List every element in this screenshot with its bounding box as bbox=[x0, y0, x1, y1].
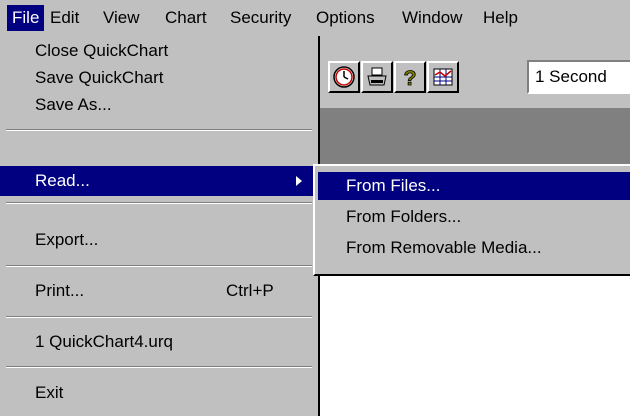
menu-item-label: From Files... bbox=[346, 176, 441, 195]
menu-item-label: Read... bbox=[35, 171, 90, 190]
menu-item-print[interactable]: Print... Ctrl+P bbox=[0, 276, 318, 306]
submenu-item-from-removable-media[interactable]: From Removable Media... bbox=[318, 234, 630, 262]
menu-item-label: From Removable Media... bbox=[346, 238, 542, 257]
toolbar: ? 1 Second bbox=[320, 36, 630, 108]
menu-item-label: Save As... bbox=[35, 95, 112, 114]
help-button[interactable]: ? bbox=[394, 61, 426, 93]
menu-item-label: Close QuickChart bbox=[35, 41, 169, 60]
menu-help[interactable]: Help bbox=[478, 5, 523, 31]
clock-button[interactable] bbox=[328, 61, 360, 93]
svg-text:?: ? bbox=[404, 67, 417, 89]
menu-item-save-quickchart[interactable]: Save QuickChart bbox=[0, 63, 318, 93]
menu-options[interactable]: Options bbox=[311, 5, 380, 31]
help-icon: ? bbox=[403, 67, 417, 89]
menu-security[interactable]: Security bbox=[225, 5, 296, 31]
menu-item-label: Export... bbox=[35, 230, 99, 249]
menu-item-label: Print... bbox=[35, 281, 85, 300]
submenu-item-from-files[interactable]: From Files... bbox=[318, 172, 630, 200]
menu-item-read[interactable]: Read... bbox=[0, 166, 318, 196]
menu-separator bbox=[6, 129, 312, 131]
menu-item-label: Exit bbox=[35, 383, 64, 402]
interval-field[interactable]: 1 Second bbox=[527, 60, 630, 94]
menu-item-export[interactable]: Export... bbox=[0, 225, 318, 255]
printer-icon bbox=[367, 67, 387, 86]
chart-icon bbox=[433, 68, 453, 86]
chart-button[interactable] bbox=[427, 61, 459, 93]
menu-item-save-as[interactable]: Save As... bbox=[0, 90, 318, 120]
print-button[interactable] bbox=[361, 61, 393, 93]
menu-separator bbox=[6, 366, 312, 368]
read-submenu: From Files... From Folders... From Remov… bbox=[313, 164, 630, 276]
menu-view[interactable]: View bbox=[98, 5, 145, 31]
submenu-arrow-icon bbox=[296, 176, 302, 186]
menu-item-label: 1 QuickChart4.urq bbox=[35, 332, 173, 351]
menu-item-shortcut: Ctrl+P bbox=[226, 281, 274, 300]
menu-separator bbox=[6, 202, 312, 204]
menu-item-exit[interactable]: Exit bbox=[0, 378, 318, 408]
chart-header-strip bbox=[320, 108, 630, 165]
menu-chart[interactable]: Chart bbox=[160, 5, 212, 31]
menu-window[interactable]: Window bbox=[397, 5, 467, 31]
menu-edit[interactable]: Edit bbox=[45, 5, 84, 31]
menu-file[interactable]: File bbox=[7, 5, 45, 31]
menu-separator bbox=[6, 265, 312, 267]
menu-item-label: Save QuickChart bbox=[35, 68, 164, 87]
menu-separator bbox=[6, 316, 312, 318]
menu-item-recent-file[interactable]: 1 QuickChart4.urq bbox=[0, 327, 318, 357]
submenu-item-from-folders[interactable]: From Folders... bbox=[318, 203, 630, 231]
file-menu: Close QuickChart Save QuickChart Save As… bbox=[0, 36, 320, 416]
clock-icon bbox=[333, 66, 355, 88]
menu-bar: File Edit View Chart Security Options Wi… bbox=[0, 0, 630, 36]
menu-item-label: From Folders... bbox=[346, 207, 462, 226]
menu-item-close-quickchart[interactable]: Close QuickChart bbox=[0, 36, 318, 66]
